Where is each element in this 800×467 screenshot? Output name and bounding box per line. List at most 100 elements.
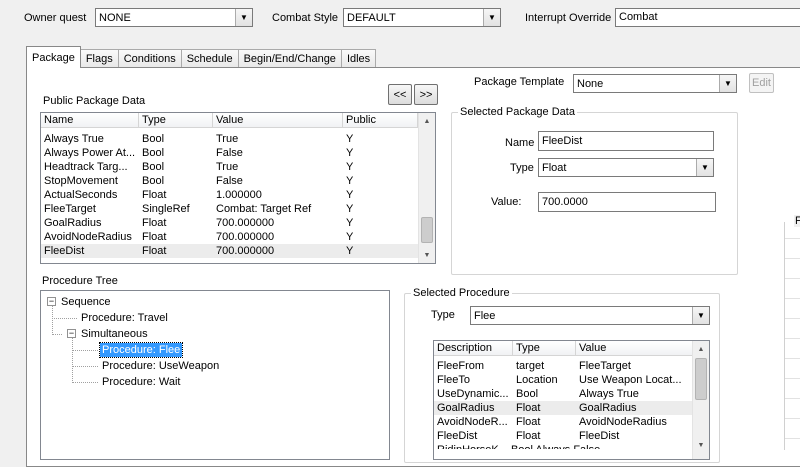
scrollbar-thumb[interactable] — [695, 358, 707, 400]
cell-value: FleeDist — [579, 430, 620, 442]
scroll-down-icon[interactable]: ▼ — [419, 247, 435, 263]
edit-template-button[interactable]: Edit — [749, 73, 774, 93]
tab-bar: Package Flags Conditions Schedule Begin/… — [26, 46, 377, 68]
table-row[interactable]: StopMovement Bool False Y — [41, 174, 435, 188]
column-header-description[interactable]: Description — [434, 341, 513, 355]
tab-package[interactable]: Package — [26, 46, 81, 68]
chevron-down-icon[interactable]: ▼ — [719, 75, 736, 92]
procedure-tree[interactable]: − Sequence Procedure: Travel − Simultane… — [40, 290, 390, 460]
column-header-public[interactable]: Public — [343, 113, 418, 127]
table-row[interactable]: GoalRadius Float 700.000000 Y — [41, 216, 435, 230]
vertical-scrollbar[interactable]: ▲ ▼ — [692, 341, 709, 459]
right-edge-group: F — [784, 215, 800, 450]
procedure-type-dropdown[interactable]: Flee ▼ — [470, 306, 710, 325]
cell-type: Float — [142, 217, 167, 229]
collapse-icon[interactable]: − — [47, 297, 56, 306]
cell-type: Bool — [142, 175, 165, 187]
tree-node-procedure-travel[interactable]: Procedure: Travel — [81, 311, 168, 325]
interrupt-override-field[interactable]: Combat — [615, 8, 800, 27]
chevron-down-icon[interactable]: ▼ — [235, 9, 252, 26]
scroll-up-icon[interactable]: ▲ — [419, 113, 435, 129]
cell-type: Float — [142, 245, 167, 257]
value-field[interactable]: 700.0000 — [538, 192, 716, 212]
table-row[interactable]: FleeTarget SingleRef Combat: Target Ref … — [41, 202, 435, 216]
cell-value: GoalRadius — [579, 402, 637, 414]
table-row-selected[interactable]: FleeDist Float 700.000000 Y — [41, 244, 435, 258]
tab-begin-end-change[interactable]: Begin/End/Change — [237, 49, 342, 68]
owner-quest-dropdown[interactable]: NONE ▼ — [95, 8, 253, 27]
cell-public: Y — [346, 231, 354, 243]
cell-name: Headtrack Targ... — [44, 161, 128, 173]
cell-type: Float — [142, 189, 167, 201]
cell-description: AvoidNodeR... — [437, 416, 508, 428]
tab-schedule[interactable]: Schedule — [180, 49, 239, 68]
cell-public: Y — [346, 203, 354, 215]
vertical-scrollbar[interactable]: ▲ ▼ — [418, 113, 435, 263]
table-row[interactable]: ActualSeconds Float 1.000000 Y — [41, 188, 435, 202]
type-label: Type — [510, 162, 534, 174]
combat-style-dropdown[interactable]: DEFAULT ▼ — [343, 8, 501, 27]
cell-public: Y — [346, 245, 354, 257]
tree-node-sequence[interactable]: Sequence — [61, 295, 111, 309]
tree-node-simultaneous[interactable]: Simultaneous — [81, 327, 148, 341]
cell-type: SingleRef — [142, 203, 190, 215]
name-field[interactable]: FleeDist — [538, 131, 714, 151]
table-row[interactable]: UseDynamic... Bool Always True — [434, 387, 709, 401]
table-row[interactable]: AvoidNodeR... Float AvoidNodeRadius — [434, 415, 709, 429]
procedure-type-value: Flee — [474, 309, 496, 322]
tree-node-procedure-wait[interactable]: Procedure: Wait — [102, 375, 180, 389]
tab-idles[interactable]: Idles — [340, 49, 377, 68]
column-header-value[interactable]: Value — [213, 113, 343, 127]
cell-value: 700.000000 — [216, 231, 275, 243]
cell-value: 700.000000 — [216, 245, 275, 257]
cell-name: GoalRadius — [44, 217, 102, 229]
cell-type: Bool — [142, 161, 165, 173]
tree-node-procedure-flee[interactable]: Procedure: Flee — [98, 342, 184, 358]
cell-type: Bool — [142, 133, 165, 145]
column-header-value[interactable]: Value — [576, 341, 693, 355]
cell-value: 700.000000 — [216, 217, 275, 229]
package-template-value: None — [577, 77, 604, 90]
cell-type: Bool — [142, 147, 165, 159]
column-header-type[interactable]: Type — [513, 341, 576, 355]
type-dropdown[interactable]: Float ▼ — [538, 158, 714, 177]
table-row[interactable]: FleeTo Location Use Weapon Locat... — [434, 373, 709, 387]
package-template-label: Package Template — [474, 76, 565, 88]
cell-name: Always True — [44, 133, 104, 145]
package-template-dropdown[interactable]: None ▼ — [573, 74, 737, 93]
procedure-data-table[interactable]: Description Type Value FleeFrom target F… — [433, 340, 710, 460]
tree-node-procedure-useweapon[interactable]: Procedure: UseWeapon — [102, 359, 219, 373]
tab-flags[interactable]: Flags — [79, 49, 119, 68]
table-row[interactable]: FleeDist Float FleeDist — [434, 429, 709, 443]
column-header-type[interactable]: Type — [139, 113, 213, 127]
cell-public: Y — [346, 133, 354, 145]
table-row[interactable]: Always True Bool True Y — [41, 132, 435, 146]
public-package-data-table[interactable]: Name Type Value Public Always True Bool … — [40, 112, 436, 264]
next-button[interactable]: >> — [414, 84, 438, 105]
chevron-down-icon[interactable]: ▼ — [483, 9, 500, 26]
table-row-selected[interactable]: GoalRadius Float GoalRadius — [434, 401, 709, 415]
scrollbar-thumb[interactable] — [421, 217, 433, 243]
procedure-type-label: Type — [431, 309, 455, 321]
cell-value: 1.000000 — [216, 189, 262, 201]
column-header-name[interactable]: Name — [41, 113, 139, 127]
cell-public: Y — [346, 175, 354, 187]
tab-conditions[interactable]: Conditions — [117, 49, 182, 68]
cell-type: Float — [516, 402, 541, 414]
interrupt-override-label: Interrupt Override — [525, 12, 612, 24]
selected-procedure-title: Selected Procedure — [411, 287, 512, 299]
owner-quest-value: NONE — [99, 11, 131, 24]
table-row[interactable]: FleeFrom target FleeTarget — [434, 359, 709, 373]
table-row[interactable]: AvoidNodeRadius Float 700.000000 Y — [41, 230, 435, 244]
table-row[interactable]: Headtrack Targ... Bool True Y — [41, 160, 435, 174]
chevron-down-icon[interactable]: ▼ — [692, 307, 709, 324]
public-package-data-title: Public Package Data — [43, 95, 146, 107]
collapse-icon[interactable]: − — [67, 329, 76, 338]
chevron-down-icon[interactable]: ▼ — [696, 159, 713, 176]
previous-button[interactable]: << — [388, 84, 412, 105]
table-row-partial[interactable]: RidinHorseK... Bool Always False — [434, 443, 709, 449]
scroll-down-icon[interactable]: ▼ — [693, 437, 709, 453]
table-row[interactable]: Always Power At... Bool False Y — [41, 146, 435, 160]
cell-description: GoalRadius — [437, 402, 495, 414]
scroll-up-icon[interactable]: ▲ — [693, 341, 709, 357]
